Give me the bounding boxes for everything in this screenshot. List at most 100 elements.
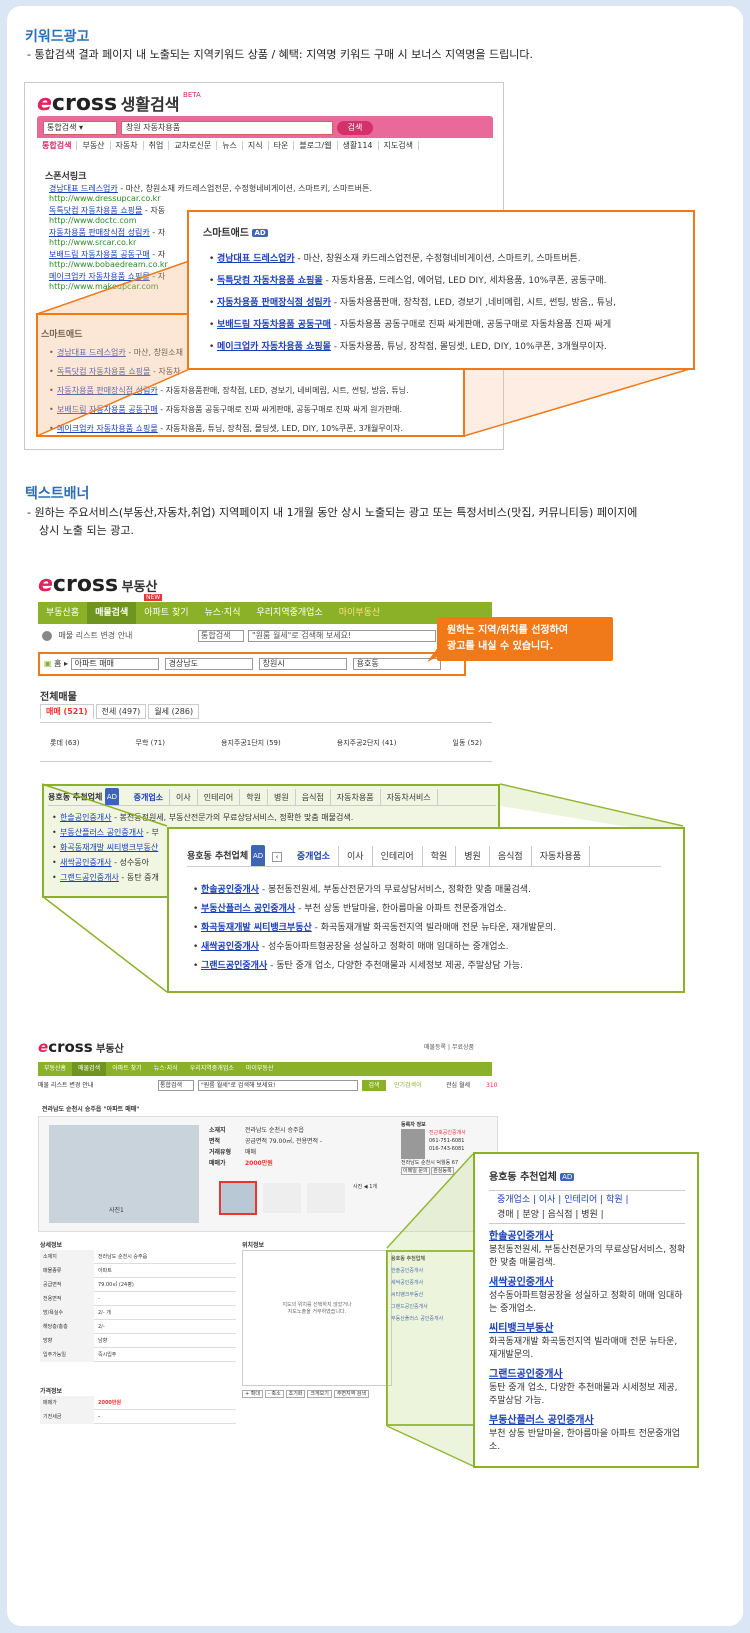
zoom3-tabs: 중개업소 | 이사 | 인테리어 | 학원 | 경매 | 분양 | 음식점 | … bbox=[489, 1190, 685, 1224]
listing-tab[interactable]: 매매 (521) bbox=[40, 704, 94, 719]
complex-link[interactable]: 일동 (52) bbox=[453, 723, 482, 763]
zoom-smart-ad-link[interactable]: 보배드림 자동차용품 공동구매 bbox=[217, 320, 331, 330]
zoom-recommend-tab[interactable]: 음식점 bbox=[490, 845, 532, 866]
zoom-recommend-item: 그랜드공인중개사 - 동탄 중개 업소, 다양한 추천매물과 시세정보 제공, … bbox=[193, 957, 673, 976]
listing-info-row: 소재지 전라남도 순천시 승주읍 bbox=[209, 1125, 389, 1136]
realestate-nav-item[interactable]: 마이부동산 bbox=[331, 608, 388, 618]
zoom-recommend-link[interactable]: 화곡동재개발 씨티뱅크부동산 bbox=[201, 923, 312, 933]
zoom-recommend-desc: - 봉천동전원세, 부동산전문가의 무료상담서비스, 정확한 맞춤 매물검색. bbox=[258, 885, 531, 895]
complex-link[interactable]: 롯데 (63) bbox=[50, 723, 79, 763]
zoom3-desc: 성수동아파트형공장을 성실하고 정확히 매매 임대하는 중개업소. bbox=[489, 1291, 683, 1314]
zoom3-list: 한솔공인중개사 봉천동전원세, 부동산전문가의 무료상담서비스, 정확한 맞춤 매… bbox=[489, 1230, 687, 1460]
listing-search-select[interactable]: 통합검색 bbox=[158, 1080, 194, 1091]
realestate-nav-item[interactable]: 매물검색 bbox=[87, 602, 137, 624]
zoom-smart-ad-link[interactable]: 메이크업카 자동차용품 쇼핑몰 bbox=[217, 342, 331, 352]
prev-arrow-icon[interactable]: ‹ bbox=[272, 851, 283, 862]
zoom-recommend-link[interactable]: 새싹공인중개사 bbox=[201, 942, 259, 952]
zoom-recommend-tab[interactable]: 학원 bbox=[423, 845, 457, 866]
new-badge: NEW bbox=[144, 594, 163, 601]
zoom-smart-ad-desc: - 마산, 창원소재 카드레스업전문, 수정형네비게이션, 스마트키, 스마트버… bbox=[294, 254, 581, 264]
zoom-recommend-tab[interactable]: 인테리어 bbox=[373, 845, 423, 866]
zoom-smart-ad-list: 경남대표 드레스업카 - 마산, 창원소재 카드레스업전문, 수정형네비게이션,… bbox=[209, 248, 689, 358]
listing-search-row: 매물 리스트 변경 안내 통합검색 "원룸 월세"로 검색해 보세요! 검색 인… bbox=[38, 1080, 498, 1091]
page-background: 키워드광고 - 통합검색 결과 페이지 내 노출되는 지역키워드 상품 / 혜택… bbox=[0, 0, 750, 1633]
zoom-smart-ad-item: 메이크업카 자동차용품 쇼핑몰 - 자동차용품, 튜닝, 장착점, 몰딩셋, L… bbox=[209, 336, 689, 358]
zoom-recommend-tab[interactable]: 중개업소 bbox=[289, 845, 340, 866]
listing-nav-item[interactable]: 뉴스·지식 bbox=[148, 1065, 184, 1072]
content-panel: 키워드광고 - 통합검색 결과 페이지 내 노출되는 지역키워드 상품 / 혜택… bbox=[7, 6, 743, 1626]
realestate-nav-item[interactable]: 뉴스·지식 bbox=[197, 608, 249, 618]
zoom-recommend-ul: 한솔공인중개사 - 봉천동전원세, 부동산전문가의 무료상담서비스, 정확한 맞… bbox=[193, 881, 673, 976]
zoom3-desc: 봉천동전원세, 부동산전문가의 무료상담서비스, 정확한 맞춤 매물검색. bbox=[489, 1245, 686, 1268]
region-filter-select[interactable]: 경상남도 bbox=[164, 658, 253, 670]
zoom3-link[interactable]: 한솔공인중개사 bbox=[489, 1230, 687, 1244]
realestate-nav: 부동산홈 매물검색 아파트 찾기 뉴스·지식 우리지역중개업소 마이부동산 bbox=[38, 602, 492, 624]
zoom-smart-ad-title: 스마트애드 AD bbox=[203, 228, 268, 239]
zoom-recommend-link[interactable]: 그랜드공인중개사 bbox=[201, 961, 267, 971]
zoom-smart-ad-item: 경남대표 드레스업카 - 마산, 창원소재 카드레스업전문, 수정형네비게이션,… bbox=[209, 248, 689, 270]
zoom-smart-ad-link[interactable]: 독특닷컴 자동차용품 쇼핑몰 bbox=[217, 276, 323, 286]
zoom3-item: 한솔공인중개사 봉천동전원세, 부동산전문가의 무료상담서비스, 정확한 맞춤 매… bbox=[489, 1230, 687, 1270]
listing-search-input[interactable]: "원룸 월세"로 검색해 보세요! bbox=[198, 1080, 358, 1091]
listing-nav-item[interactable]: 마이부동산 bbox=[240, 1065, 280, 1072]
listing-nav-item[interactable]: 우리지역중개업소 bbox=[184, 1065, 240, 1072]
listing-nav-item[interactable]: 매물검색 bbox=[72, 1062, 107, 1076]
search-row: 매물 리스트 변경 안내 통합검색 "원룸 월세"로 검색해 보세요! bbox=[38, 626, 492, 646]
region-filter-select[interactable]: 아파트 매매 bbox=[70, 658, 159, 670]
cross-logo-2: ecross 부동산 bbox=[38, 572, 158, 597]
side-recommend-zoom-box: 용호동 추천업체 AD 중개업소 | 이사 | 인테리어 | 학원 | 경매 |… bbox=[473, 1152, 699, 1468]
listing-tab[interactable]: 월세 (286) bbox=[148, 704, 200, 719]
zoom-smart-ad-link[interactable]: 자동차용품 판매장식점 성림카 bbox=[217, 298, 331, 308]
zoom-smart-ad-link[interactable]: 경남대표 드레스업카 bbox=[217, 254, 295, 264]
zoom-recommend-link[interactable]: 부동산플러스 공인중개사 bbox=[201, 904, 295, 914]
zoom-smart-ad-item: 자동차용품 판매장식점 성림카 - 자동차용품판매, 장착점, LED, 경보기… bbox=[209, 292, 689, 314]
zoom-smart-ad-item: 보배드림 자동차용품 공동구매 - 자동차용품 공동구매로 진짜 싸게판매, 공… bbox=[209, 314, 689, 336]
region-callout: 원하는 지역/위치를 선정하여 광고를 내실 수 있습니다. bbox=[437, 617, 613, 661]
zoom-recommend-tab[interactable]: 이사 bbox=[339, 845, 373, 866]
cross-logo-3: ecross 부동산 bbox=[38, 1038, 124, 1056]
zoom-recommend-desc: - 성수동아파트형공장을 성실하고 정확히 매매 임대하는 중개업소. bbox=[258, 942, 509, 952]
top-links[interactable]: 매물등록 | 무료상품 bbox=[424, 1042, 474, 1051]
realestate-nav-item[interactable]: 우리지역중개업소 bbox=[249, 608, 331, 618]
zoom3-desc: 부천 상동 반달마을, 한아름마을 아파트 전문중개업소. bbox=[489, 1429, 681, 1452]
smart-ad-zoom-box: 스마트애드 AD 경남대표 드레스업카 - 마산, 창원소재 카드레스업전문, … bbox=[187, 210, 695, 370]
complex-link[interactable]: 무학 (71) bbox=[136, 723, 165, 763]
listing-nav-item[interactable]: 아파트 찾기 bbox=[106, 1065, 148, 1072]
zoom-recommend-link[interactable]: 한솔공인중개사 bbox=[201, 885, 259, 895]
realestate-search-input[interactable]: "원룸 월세"로 검색해 보세요! bbox=[248, 630, 436, 642]
notice-icon bbox=[42, 630, 52, 641]
listing-tab[interactable]: 전세 (497) bbox=[95, 704, 147, 719]
zoom-recommend-item: 새싹공인중개사 - 성수동아파트형공장을 성실하고 정확히 매매 임대하는 중개… bbox=[193, 938, 673, 957]
complex-link[interactable]: 용지주공1단지 (59) bbox=[221, 723, 281, 763]
zoom-recommend-tab[interactable]: 자동차용품 bbox=[532, 845, 591, 866]
region-filter-select[interactable]: 창원시 bbox=[258, 658, 347, 670]
realestate-nav-item[interactable]: 부동산홈 bbox=[38, 608, 87, 618]
recent-label[interactable]: 매물 리스트 변경 안내 bbox=[59, 631, 133, 640]
zoom-recommend-desc: - 동탄 중개 업소, 다양한 추천매물과 시세정보 제공, 주말상담 가능. bbox=[267, 961, 523, 971]
zoom3-link[interactable]: 새싹공인중개사 bbox=[489, 1276, 687, 1290]
realestate-search-select[interactable]: 통합검색 bbox=[198, 630, 244, 642]
listing-location: 전라남도 순천시 승주읍 "아파트 매매" bbox=[42, 1106, 140, 1113]
listing-info-value: 전라남도 순천시 승주읍 bbox=[245, 1127, 305, 1134]
zoom3-link[interactable]: 그랜드공인중개사 bbox=[489, 1368, 687, 1382]
zoom-recommend-header: 용호동 추천업체 AD ‹ 중개업소 이사 인테리어 학원 병원 음식점 자동차용품 bbox=[187, 845, 661, 867]
section-desc-line1: - 원하는 주요서비스(부동산,자동차,취업) 지역페이지 내 1개월 동안 상… bbox=[27, 506, 638, 519]
zoom3-item: 씨티뱅크부동산 화곡동재개발 화곡동전지역 빌라매매 전문 뉴타운, 재개발문의. bbox=[489, 1322, 687, 1362]
zoom3-title: 용호동 추천업체 AD bbox=[489, 1172, 575, 1183]
listing-tabs: 매매 (521) 전세 (497) 월세 (286) bbox=[40, 704, 201, 719]
zoom-recommend-item: 한솔공인중개사 - 봉천동전원세, 부동산전문가의 무료상담서비스, 정확한 맞… bbox=[193, 881, 673, 900]
zoom3-link[interactable]: 부동산플러스 공인중개사 bbox=[489, 1414, 687, 1428]
listing-search-button[interactable]: 검색 bbox=[362, 1080, 386, 1091]
complex-link[interactable]: 용지주공2단지 (41) bbox=[337, 723, 397, 763]
zoom-recommend-desc: - 부천 상동 반달마을, 한아름마을 아파트 전문중개업소. bbox=[295, 904, 507, 914]
zoom-recommend-item: 화곡동재개발 씨티뱅크부동산 - 화곡동재개발 화곡동전지역 빌라매매 전문 뉴… bbox=[193, 919, 673, 938]
listing-nav-item[interactable]: 부동산홈 bbox=[38, 1065, 72, 1072]
zoom3-item: 부동산플러스 공인중개사 부천 상동 반달마을, 한아름마을 아파트 전문중개업소… bbox=[489, 1414, 687, 1454]
zoom3-desc: 화곡동재개발 화곡동전지역 빌라매매 전문 뉴타운, 재개발문의. bbox=[489, 1337, 678, 1360]
zoom1-ul: 경남대표 드레스업카 - 마산, 창원소재 카드레스업전문, 수정형네비게이션,… bbox=[209, 248, 689, 358]
zoom-recommend-tab[interactable]: 병원 bbox=[456, 845, 490, 866]
zoom3-link[interactable]: 씨티뱅크부동산 bbox=[489, 1322, 687, 1336]
realestate-nav-item[interactable]: 아파트 찾기 bbox=[136, 608, 196, 618]
zoom-smart-ad-item: 독특닷컴 자동차용품 쇼핑몰 - 자동차용품, 드레스업, 에어덥, LED D… bbox=[209, 270, 689, 292]
zoom3-desc: 동탄 중개 업소, 다양한 추천매물과 시세정보 제공, 주말상담 가능. bbox=[489, 1383, 678, 1406]
